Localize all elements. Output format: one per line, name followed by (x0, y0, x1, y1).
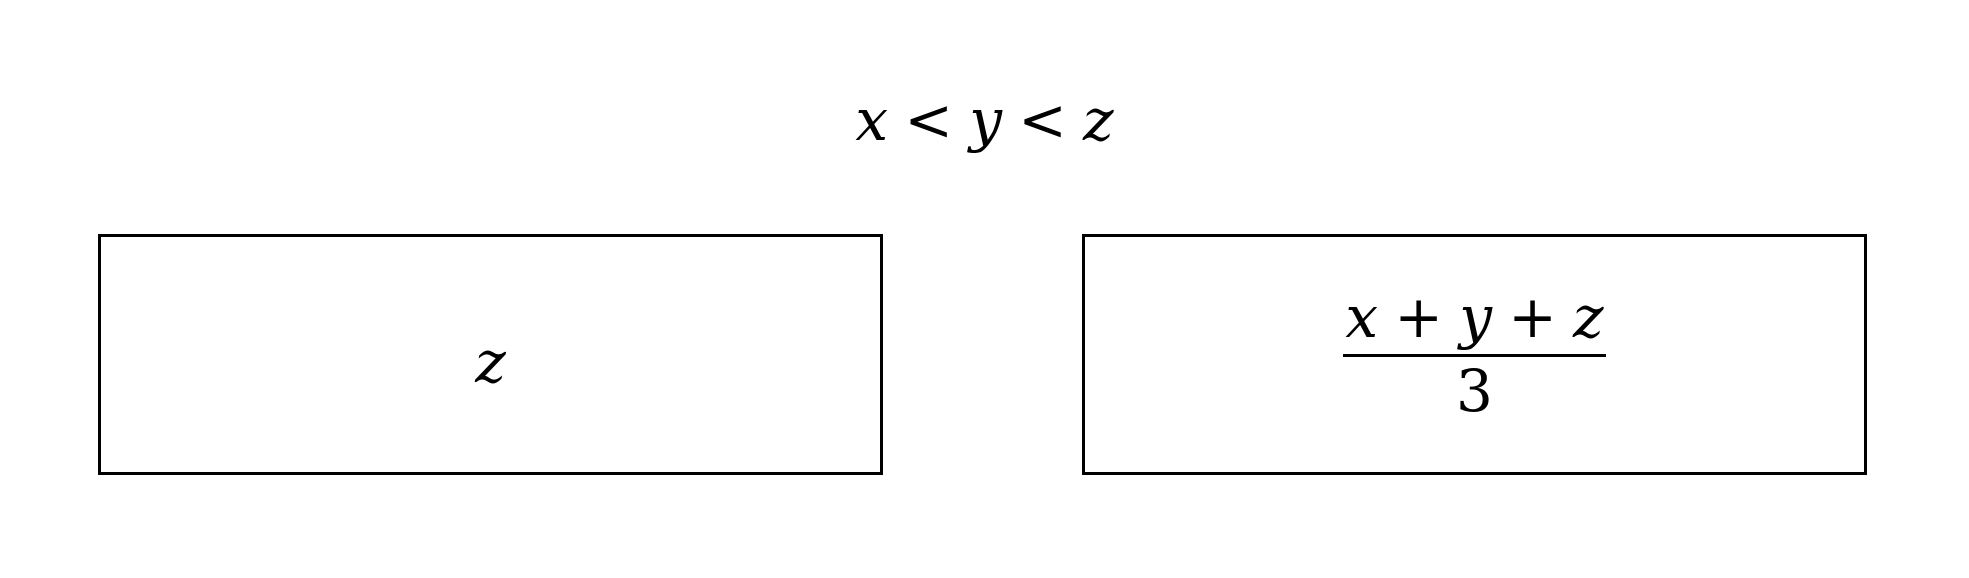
condition-less-than-1: < (904, 86, 953, 154)
given-condition: x < y < z (0, 80, 1969, 160)
numerator-plus-1: + (1394, 283, 1443, 352)
numerator-term-z: z (1573, 283, 1604, 352)
quantity-a-expression: z (475, 327, 506, 396)
condition-var-x: x (855, 86, 889, 154)
numerator-term-y: y (1459, 283, 1492, 352)
numerator-plus-2: + (1508, 283, 1557, 352)
condition-less-than-2: < (1018, 86, 1067, 154)
fraction-denominator: 3 (1456, 357, 1493, 425)
quantity-a-box: z (98, 234, 883, 475)
numerator-term-x: x (1345, 283, 1379, 352)
quantity-b-fraction: x + y + z 3 (1343, 287, 1606, 425)
quantity-b-box: x + y + z 3 (1082, 234, 1867, 475)
condition-var-z: z (1083, 86, 1114, 154)
fraction-numerator: x + y + z (1343, 287, 1605, 354)
condition-var-y: y (969, 86, 1002, 154)
